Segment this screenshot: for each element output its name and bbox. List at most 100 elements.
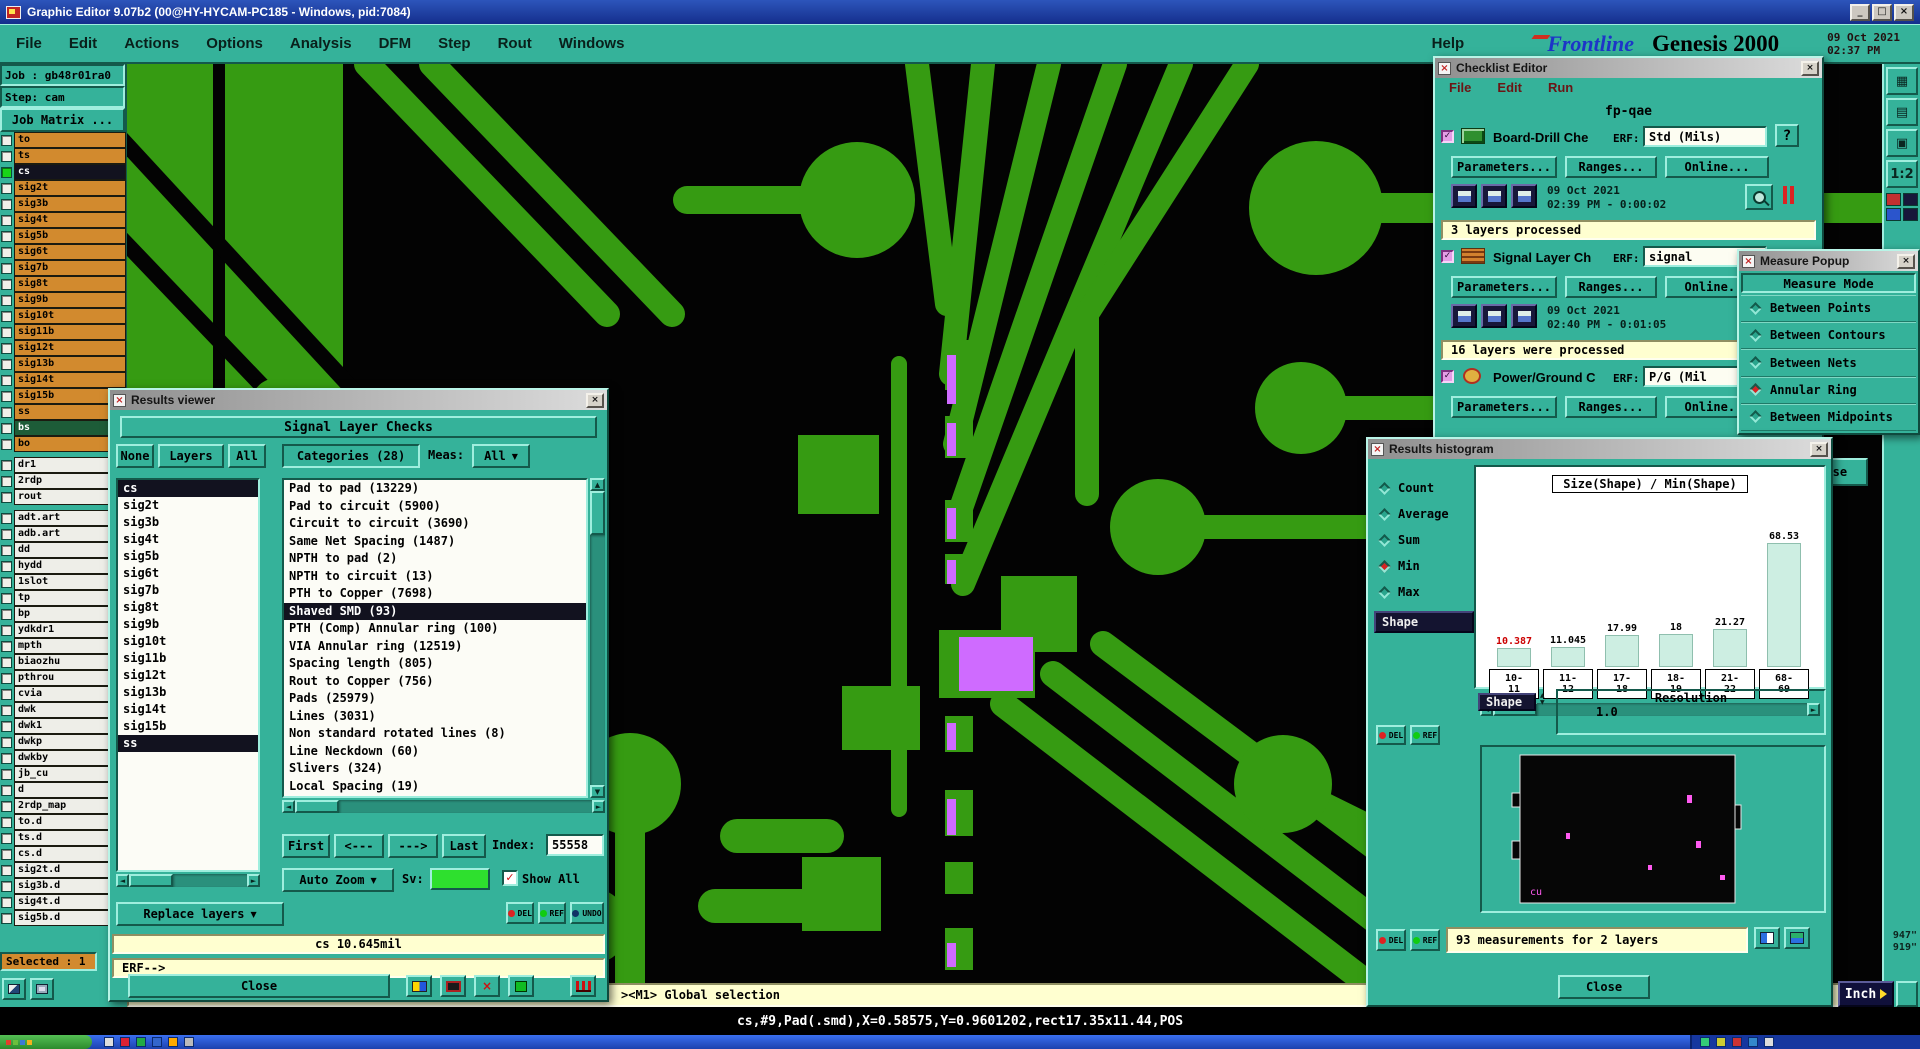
split-view-icon[interactable] (1784, 927, 1810, 949)
layer-row[interactable]: sig7b (0, 260, 127, 276)
histogram-column[interactable]: 17.99 (1597, 623, 1647, 667)
layer-visibility-checkbox[interactable] (1, 560, 12, 572)
scroll-thumb[interactable] (295, 800, 339, 813)
index-input[interactable] (546, 834, 604, 856)
rv-layer-item[interactable]: sig7b (118, 582, 258, 599)
close-button[interactable]: × (1894, 3, 1914, 21)
layer-visibility-checkbox[interactable] (1, 704, 12, 716)
review-action-icon[interactable] (1481, 184, 1507, 208)
layer-visibility-checkbox[interactable] (1, 459, 12, 471)
rv-category-item[interactable]: Pad to circuit (5900) (284, 498, 586, 516)
results-viewer-title-bar[interactable]: × Results viewer × (110, 390, 607, 410)
rv-layer-item[interactable]: sig13b (118, 684, 258, 701)
layer-row[interactable]: to (0, 132, 127, 148)
show-all-checkbox[interactable]: ✓ (502, 870, 518, 886)
histogram-close-button[interactable]: Close (1558, 975, 1650, 999)
ref-button[interactable]: REF (1410, 929, 1440, 951)
layer-visibility-checkbox[interactable] (1, 912, 12, 924)
layer-visibility-checkbox[interactable] (1, 374, 12, 386)
ranges-button[interactable]: Ranges... (1565, 156, 1657, 178)
layer-visibility-checkbox[interactable] (1, 150, 12, 162)
layer-visibility-checkbox[interactable] (1, 230, 12, 242)
layer-visibility-checkbox[interactable] (1, 438, 12, 450)
del-button[interactable]: DEL (1376, 725, 1406, 745)
layer-visibility-checkbox[interactable] (1, 736, 12, 748)
rv-category-item[interactable]: Shaved SMD (93) (284, 602, 586, 620)
layer-visibility-checkbox[interactable] (1, 848, 12, 860)
layer-visibility-checkbox[interactable] (1, 214, 12, 226)
system-tray[interactable] (1690, 1035, 1920, 1049)
layer-row[interactable]: sig9b (0, 292, 127, 308)
layer-visibility-checkbox[interactable] (1, 528, 12, 540)
rv-layer-item[interactable]: sig15b (118, 718, 258, 735)
histogram-stat-option[interactable]: Max (1374, 579, 1472, 605)
rv-category-item[interactable]: Pad to pad (13229) (284, 480, 586, 498)
scroll-left-icon[interactable]: ◄ (282, 800, 295, 813)
results-viewer-close-icon[interactable]: × (586, 392, 604, 408)
menu-item[interactable]: Edit (69, 35, 97, 52)
highlighted-pad[interactable] (959, 637, 1033, 691)
rv-layer-item[interactable]: sig2t (118, 497, 258, 514)
delete-results-icon[interactable]: × (474, 975, 500, 997)
grid-tool-icon[interactable] (30, 978, 54, 1000)
layer-visibility-checkbox[interactable] (1, 422, 12, 434)
rv-category-item[interactable]: Pads (25979) (284, 690, 586, 708)
menu-item[interactable]: Step (438, 35, 471, 52)
layer-visibility-checkbox[interactable] (1, 262, 12, 274)
select-icon[interactable] (508, 975, 534, 997)
scale-1-2-button[interactable]: 1:2 (1886, 160, 1918, 188)
units-button[interactable]: Inch (1838, 981, 1894, 1007)
layer-visibility-checkbox[interactable] (1, 134, 12, 146)
layer-visibility-checkbox[interactable] (1, 784, 12, 796)
redraw-red-icon[interactable] (1886, 193, 1901, 206)
layer-visibility-checkbox[interactable] (1, 182, 12, 194)
layer-visibility-checkbox[interactable] (1, 720, 12, 732)
layer-visibility-checkbox[interactable] (1, 358, 12, 370)
scroll-down-icon[interactable]: ▼ (590, 785, 605, 798)
menu-item[interactable]: Rout (498, 35, 532, 52)
rv-layer-item[interactable]: sig14t (118, 701, 258, 718)
online-button[interactable]: Online... (1665, 156, 1769, 178)
layer-visibility-checkbox[interactable] (1, 896, 12, 908)
layer-row[interactable]: sig11b (0, 324, 127, 340)
layer-visibility-checkbox[interactable] (1, 816, 12, 828)
layer-visibility-checkbox[interactable] (1, 832, 12, 844)
scroll-thumb[interactable] (129, 874, 173, 887)
zoom-results-button[interactable] (1745, 184, 1773, 210)
replace-layers-dropdown[interactable]: Replace layers ▼ (116, 902, 284, 926)
screen-icon[interactable] (440, 975, 466, 997)
scroll-right-icon[interactable]: ► (592, 800, 605, 813)
layer-visibility-checkbox[interactable] (1, 512, 12, 524)
panel-view-icon[interactable]: ▣ (1886, 129, 1918, 157)
prev-button[interactable]: <--- (334, 834, 384, 858)
layers-dark-icon[interactable] (1903, 193, 1918, 206)
windows-taskbar[interactable] (0, 1035, 1920, 1049)
layer-visibility-checkbox[interactable] (1, 491, 12, 503)
checklist-menu-item[interactable]: File (1449, 80, 1471, 95)
action-checkbox[interactable]: ✓ (1441, 250, 1454, 263)
histogram-title-bar[interactable]: × Results histogram × (1368, 439, 1831, 459)
rv-layer-item[interactable]: cs (118, 480, 258, 497)
job-matrix-button[interactable]: Job Matrix ... (0, 108, 125, 132)
layer-visibility-checkbox[interactable] (1, 246, 12, 258)
checklist-menu-item[interactable]: Edit (1497, 80, 1522, 95)
layer-visibility-checkbox[interactable] (1, 864, 12, 876)
menu-help[interactable]: Help (1432, 35, 1465, 52)
window-menu-icon[interactable]: × (1438, 61, 1451, 75)
layer-visibility-checkbox[interactable] (1, 475, 12, 487)
minimize-button[interactable]: _ (1850, 3, 1870, 21)
shape-spinner[interactable]: ▲ ▼ (1540, 693, 1545, 706)
histogram-stat-option[interactable]: Count (1374, 475, 1472, 501)
layer-visibility-checkbox[interactable] (1, 752, 12, 764)
layer-row[interactable]: sig13b (0, 356, 127, 372)
layer-visibility-checkbox[interactable] (1, 592, 12, 604)
layer-visibility-checkbox[interactable] (1, 310, 12, 322)
rv-category-item[interactable]: Spacing length (805) (284, 655, 586, 673)
rv-layer-item[interactable]: sig10t (118, 633, 258, 650)
measure-mode-option[interactable]: Between Contours (1741, 322, 1916, 350)
layer-row[interactable]: sig5b (0, 228, 127, 244)
scroll-up-icon[interactable]: ▲ (590, 478, 605, 491)
checklist-menu-item[interactable]: Run (1548, 80, 1573, 95)
del-button[interactable]: DEL (1376, 929, 1406, 951)
report-action-icon[interactable] (1511, 304, 1537, 328)
